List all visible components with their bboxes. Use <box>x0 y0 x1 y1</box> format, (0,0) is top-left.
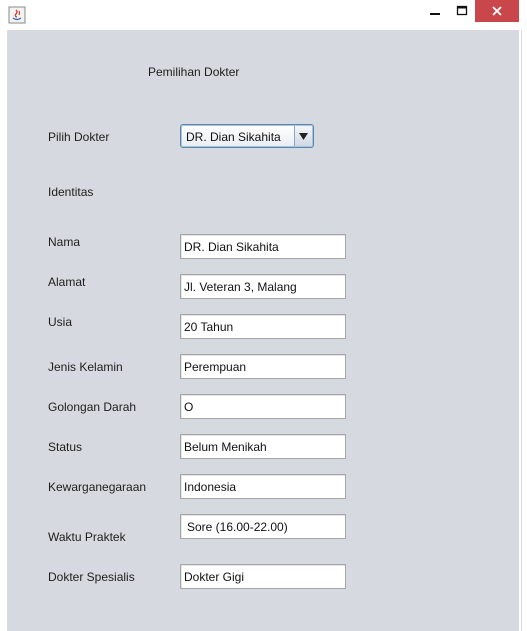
golongan-darah-value: O <box>184 400 194 414</box>
doctor-select-value: DR. Dian Sikahita <box>186 130 281 144</box>
doctor-select[interactable]: DR. Dian Sikahita <box>180 124 314 148</box>
kewarganegaraan-label: Kewarganegaraan <box>48 480 147 494</box>
doctor-select-arrow-button[interactable] <box>294 126 312 146</box>
window-frame-left <box>0 30 7 631</box>
maximize-icon <box>456 5 468 16</box>
status-field[interactable]: Belum Menikah <box>180 434 346 459</box>
minimize-icon <box>430 13 440 15</box>
usia-field[interactable]: 20 Tahun <box>180 314 346 339</box>
dokter-spesialis-value: Dokter Gigi <box>184 570 245 584</box>
usia-label: Usia <box>48 315 73 329</box>
dropdown-arrow-icon <box>299 132 308 140</box>
jenis-kelamin-value: Perempuan <box>184 360 247 374</box>
nama-label: Nama <box>48 235 81 249</box>
identitas-label: Identitas <box>48 185 94 199</box>
close-button[interactable] <box>475 0 519 22</box>
dokter-spesialis-field[interactable]: Dokter Gigi <box>180 564 346 589</box>
golongan-darah-label: Golongan Darah <box>48 400 137 414</box>
jenis-kelamin-field[interactable]: Perempuan <box>180 354 346 379</box>
golongan-darah-field[interactable]: O <box>180 394 346 419</box>
kewarganegaraan-field[interactable]: Indonesia <box>180 474 346 499</box>
close-icon <box>492 6 502 16</box>
alamat-field[interactable]: Jl. Veteran 3, Malang <box>180 274 346 299</box>
waktu-praktek-label: Waktu Praktek <box>48 530 126 544</box>
alamat-value: Jl. Veteran 3, Malang <box>184 280 297 294</box>
pilih-dokter-label: Pilih Dokter <box>48 130 110 144</box>
nama-field[interactable]: DR. Dian Sikahita <box>180 234 346 259</box>
maximize-button[interactable] <box>449 0 475 22</box>
title-bar <box>0 0 527 30</box>
jenis-kelamin-label: Jenis Kelamin <box>48 360 123 374</box>
alamat-label: Alamat <box>48 275 86 289</box>
waktu-praktek-field[interactable]: Sore (16.00-22.00) <box>180 514 346 539</box>
minimize-button[interactable] <box>421 0 449 22</box>
form-title: Pemilihan Dokter <box>148 65 240 79</box>
kewarganegaraan-value: Indonesia <box>184 480 237 494</box>
content-panel-bottom <box>7 620 519 631</box>
status-label: Status <box>48 440 83 454</box>
window-edge-line <box>521 30 522 631</box>
status-value: Belum Menikah <box>184 440 267 454</box>
nama-value: DR. Dian Sikahita <box>184 240 279 254</box>
dokter-spesialis-label: Dokter Spesialis <box>48 570 135 584</box>
java-app-icon <box>8 6 26 24</box>
waktu-praktek-value: Sore (16.00-22.00) <box>187 520 288 534</box>
usia-value: 20 Tahun <box>184 320 234 334</box>
